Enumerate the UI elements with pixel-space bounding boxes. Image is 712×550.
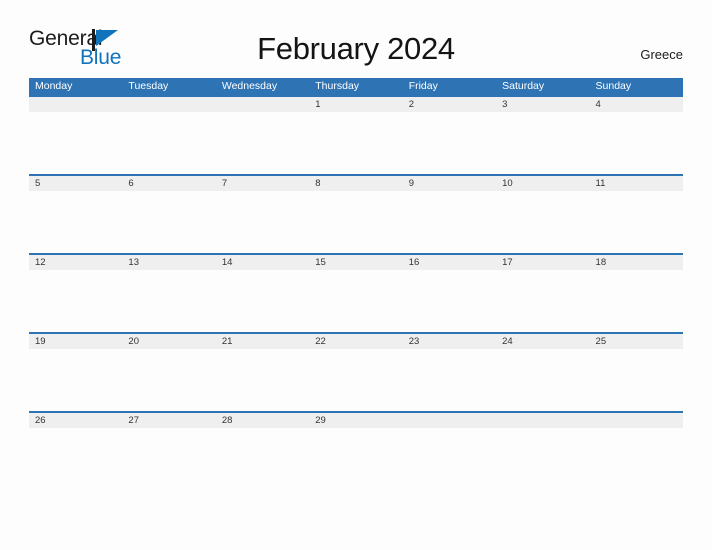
day-cell[interactable]: 26 <box>29 413 122 428</box>
day-cell[interactable]: 21 <box>216 334 309 349</box>
day-cell[interactable] <box>122 97 215 112</box>
day-cell[interactable]: 10 <box>496 176 589 191</box>
week-note-area[interactable] <box>29 270 683 332</box>
week-row: 19 20 21 22 23 24 25 <box>29 332 683 411</box>
weekday-header-tuesday: Tuesday <box>128 80 169 92</box>
day-cell[interactable]: 27 <box>122 413 215 428</box>
weekday-header-monday: Monday <box>35 80 73 92</box>
day-cell[interactable] <box>590 413 683 428</box>
day-cell[interactable]: 29 <box>309 413 402 428</box>
day-cell[interactable]: 4 <box>590 97 683 112</box>
date-band: 19 20 21 22 23 24 25 <box>29 334 683 349</box>
day-cell[interactable]: 14 <box>216 255 309 270</box>
week-row: 5 6 7 8 9 10 11 <box>29 174 683 253</box>
day-cell[interactable]: 5 <box>29 176 122 191</box>
week-row: 12 13 14 15 16 17 18 <box>29 253 683 332</box>
day-cell[interactable]: 7 <box>216 176 309 191</box>
day-cell[interactable]: 28 <box>216 413 309 428</box>
weekday-header-friday: Friday <box>408 80 438 92</box>
day-cell[interactable]: 8 <box>309 176 402 191</box>
day-cell[interactable] <box>29 97 122 112</box>
day-cell[interactable] <box>403 413 496 428</box>
weekday-header-thursday: Thursday <box>315 80 360 92</box>
day-cell[interactable]: 3 <box>496 97 589 112</box>
day-cell[interactable]: 2 <box>403 97 496 112</box>
day-cell[interactable]: 13 <box>122 255 215 270</box>
week-note-area[interactable] <box>29 112 683 174</box>
day-cell[interactable]: 1 <box>309 97 402 112</box>
week-note-area[interactable] <box>29 191 683 253</box>
day-cell[interactable]: 22 <box>309 334 402 349</box>
day-cell[interactable]: 6 <box>122 176 215 191</box>
weekday-header-wednesday: Wednesday <box>221 80 278 92</box>
day-cell[interactable]: 19 <box>29 334 122 349</box>
weekday-header-row: Monday Tuesday Wednesday Thursday Friday… <box>29 78 683 95</box>
day-cell[interactable]: 23 <box>403 334 496 349</box>
day-cell[interactable]: 16 <box>403 255 496 270</box>
week-row: 1 2 3 4 <box>29 95 683 174</box>
country-label: Greece <box>640 47 683 62</box>
day-cell[interactable]: 15 <box>309 255 402 270</box>
week-note-area[interactable] <box>29 349 683 411</box>
day-cell[interactable]: 11 <box>590 176 683 191</box>
day-cell[interactable]: 17 <box>496 255 589 270</box>
date-band: 1 2 3 4 <box>29 97 683 112</box>
weekday-header-sunday: Sunday <box>595 80 632 92</box>
week-row: 26 27 28 29 <box>29 411 683 490</box>
day-cell[interactable]: 9 <box>403 176 496 191</box>
page-header: General Blue February 2024 Greece <box>0 0 712 78</box>
day-cell[interactable] <box>216 97 309 112</box>
day-cell[interactable]: 25 <box>590 334 683 349</box>
calendar-grid: Monday Tuesday Wednesday Thursday Friday… <box>29 78 683 490</box>
day-cell[interactable]: 12 <box>29 255 122 270</box>
week-note-area[interactable] <box>29 428 683 490</box>
weekday-header-saturday: Saturday <box>502 80 545 92</box>
day-cell[interactable] <box>496 413 589 428</box>
day-cell[interactable]: 18 <box>590 255 683 270</box>
date-band: 5 6 7 8 9 10 11 <box>29 176 683 191</box>
date-band: 12 13 14 15 16 17 18 <box>29 255 683 270</box>
date-band: 26 27 28 29 <box>29 413 683 428</box>
day-cell[interactable]: 24 <box>496 334 589 349</box>
page-title: February 2024 <box>257 31 455 66</box>
day-cell[interactable]: 20 <box>122 334 215 349</box>
